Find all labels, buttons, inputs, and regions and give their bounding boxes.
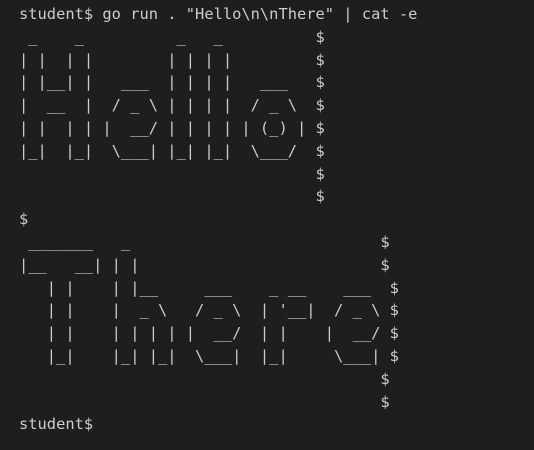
output-line: _______ _ $ (19, 232, 390, 251)
output-line: $ (19, 164, 325, 183)
output-line: | __ | / _ \ | | | | / _ \ $ (19, 96, 325, 115)
output-line: _ _ _ _ $ (19, 27, 325, 46)
output-line: $ (19, 187, 325, 206)
terminal-window[interactable]: student$ go run . "Hello\n\nThere" | cat… (0, 0, 534, 450)
output-line: | | | |__ ___ _ __ ___ $ (19, 278, 399, 297)
output-line: | |__| | ___ | | | | ___ $ (19, 73, 325, 92)
output-line: $ (19, 210, 29, 229)
output-line: $ (19, 369, 390, 388)
output-line: |_| |_| \___| |_| |_| \___/ $ (19, 141, 325, 160)
output-line: |_| |_| |_| \___| |_| \___| $ (19, 346, 399, 365)
output-line: | | | | | | | | $ (19, 50, 325, 69)
output-line: | | | | | | | __/ | | | __/ $ (19, 324, 399, 343)
output-line: $ (19, 392, 390, 411)
output-line: | | | _ \ / _ \ | '__| / _ \ $ (19, 301, 399, 320)
output-line: |__ __| | | $ (19, 255, 390, 274)
output-line: | | | | | __/ | | | | | (_) | $ (19, 118, 325, 137)
shell-prompt[interactable]: student$ (19, 413, 534, 436)
command-line: student$ go run . "Hello\n\nThere" | cat… (19, 5, 418, 23)
